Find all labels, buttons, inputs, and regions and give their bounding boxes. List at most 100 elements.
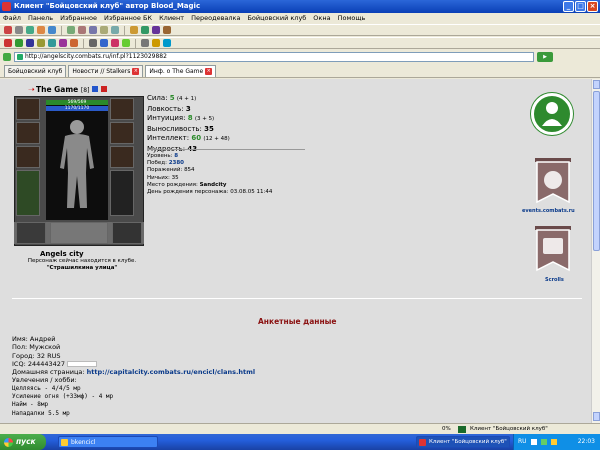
slot-pants[interactable]	[110, 170, 134, 216]
stop-icon[interactable]	[37, 26, 45, 34]
divider	[147, 149, 305, 150]
events-banner-icon[interactable]	[533, 158, 573, 208]
scrolls-link[interactable]: Scrolls	[545, 277, 564, 283]
inventory-icon[interactable]	[78, 26, 86, 34]
profile-hobby: Увлечения / хобби:	[12, 376, 77, 385]
tab-close-icon[interactable]: ×	[132, 68, 140, 75]
menu-windows[interactable]: Окна	[313, 13, 330, 24]
forward-icon[interactable]	[15, 26, 23, 34]
toolbar-divider	[124, 25, 125, 35]
slot-bracers[interactable]	[110, 122, 134, 144]
character-name-line: The Game [8]	[36, 85, 107, 94]
address-input[interactable]: http://angelscity.combats.ru/inf.pl?1123…	[14, 51, 534, 62]
toolbar-divider	[61, 25, 62, 35]
menu-dressing-room[interactable]: Переодевалка	[191, 13, 240, 24]
mail-icon[interactable]	[111, 26, 119, 34]
taskbar-item-client[interactable]: Клиент "Бойцовский клуб"	[416, 436, 510, 448]
star-icon[interactable]	[111, 39, 119, 47]
toolbar-primary	[0, 24, 600, 36]
menu-client[interactable]: Клиент	[159, 13, 184, 24]
character-silhouette[interactable]	[57, 118, 97, 210]
address-bar: http://angelscity.combats.ru/inf.pl?1123…	[0, 50, 600, 63]
tray-icon[interactable]	[551, 438, 558, 445]
slot-belt[interactable]	[16, 222, 46, 244]
info-icon[interactable]	[92, 86, 99, 92]
shield-icon[interactable]	[48, 39, 56, 47]
scroll-icon[interactable]	[26, 39, 34, 47]
tray-icon[interactable]	[531, 438, 538, 445]
menu-help[interactable]: Помощь	[338, 13, 366, 24]
clock[interactable]: 22:03	[578, 434, 595, 450]
maximize-button[interactable]: □	[575, 1, 586, 12]
language-indicator[interactable]: RU	[518, 438, 527, 445]
map-icon[interactable]	[89, 26, 97, 34]
key-icon[interactable]	[163, 26, 171, 34]
scroll-up-arrow[interactable]	[593, 80, 600, 89]
home-icon[interactable]	[48, 26, 56, 34]
gem-icon[interactable]	[59, 39, 67, 47]
window-title-bar[interactable]: Клиент "Бойцовский клуб" автор Blood_Mag…	[0, 0, 600, 13]
settings-icon[interactable]	[130, 26, 138, 34]
tab-info-the-game[interactable]: Инф. о The Game ×	[145, 65, 217, 77]
menu-favorites[interactable]: Избранное	[60, 13, 97, 24]
play-icon[interactable]	[163, 39, 171, 47]
clock-icon[interactable]	[89, 39, 97, 47]
system-tray: RU 22:03	[513, 434, 600, 450]
minimize-button[interactable]: _	[563, 1, 574, 12]
globe-icon[interactable]	[100, 39, 108, 47]
menu-panel[interactable]: Панель	[28, 13, 53, 24]
refresh-icon[interactable]	[26, 26, 34, 34]
character-name[interactable]: The Game	[36, 85, 78, 94]
scroll-down-arrow[interactable]	[593, 412, 600, 421]
tab-close-icon[interactable]: ×	[205, 68, 213, 75]
slot-amulet[interactable]	[16, 122, 40, 144]
leaf-icon[interactable]	[122, 39, 130, 47]
potion-icon[interactable]	[15, 39, 23, 47]
scrolls-banner-icon[interactable]	[533, 226, 573, 276]
menu-fight-club[interactable]: Бойцовский клуб	[247, 13, 306, 24]
character-level-badge: [8]	[80, 87, 90, 94]
slot-boots[interactable]	[112, 222, 142, 244]
location-line1: Персонаж сейчас находится в клубе.	[27, 258, 137, 264]
record-level: Уровень: 8	[147, 153, 179, 159]
tab-news-stalkers[interactable]: Новости // Stalkers ×	[68, 65, 144, 77]
taskbar-item-bkencicl[interactable]: bkencicl	[58, 436, 158, 448]
level-banner	[50, 222, 108, 244]
menu-file[interactable]: Файл	[3, 13, 21, 24]
info-icon[interactable]	[141, 26, 149, 34]
clan-emblem-icon[interactable]	[531, 93, 573, 135]
vertical-scrollbar[interactable]	[591, 79, 600, 423]
slot-earrings[interactable]	[16, 98, 40, 120]
location-line2: "Страшилкина улица"	[46, 264, 118, 271]
toolbar-divider	[83, 38, 84, 48]
fire-icon[interactable]	[70, 39, 78, 47]
tray-icon[interactable]	[541, 438, 548, 445]
scroll-thumb[interactable]	[593, 91, 600, 251]
homepage-link[interactable]: http://capitalcity.combats.ru/encicl/cla…	[87, 368, 256, 376]
close-button[interactable]: ×	[587, 1, 598, 12]
slot-weapon[interactable]	[16, 146, 40, 168]
heart-icon[interactable]	[4, 39, 12, 47]
clan-badge-icon[interactable]	[100, 86, 107, 92]
record-losses: Поражений: 854	[147, 167, 195, 174]
hobby-line: Целляясь - 4/4/5 мр	[12, 384, 81, 392]
lock-icon[interactable]	[152, 26, 160, 34]
menu-favorites-bk[interactable]: Избранное БК	[104, 13, 152, 24]
slot-rings[interactable]	[110, 146, 134, 168]
hp-value: 569/569	[67, 100, 87, 105]
print-icon[interactable]	[141, 39, 149, 47]
taskbar-item-label: bkencicl	[71, 439, 96, 446]
slot-armor[interactable]	[16, 170, 40, 216]
profile-gender: Пол: Мужской	[12, 343, 61, 352]
go-button[interactable]: ▶	[537, 51, 553, 62]
folder-icon[interactable]	[152, 39, 160, 47]
tab-fight-club[interactable]: Бойцовский клуб	[4, 65, 67, 77]
chat-icon[interactable]	[100, 26, 108, 34]
sword-icon[interactable]	[37, 39, 45, 47]
events-link[interactable]: events.combats.ru	[522, 208, 575, 214]
back-icon[interactable]	[4, 26, 12, 34]
mana-value: 1170/1170	[64, 106, 90, 111]
slot-helmet[interactable]	[110, 98, 134, 120]
city-name: Angels city	[40, 250, 84, 258]
user-icon[interactable]	[67, 26, 75, 34]
